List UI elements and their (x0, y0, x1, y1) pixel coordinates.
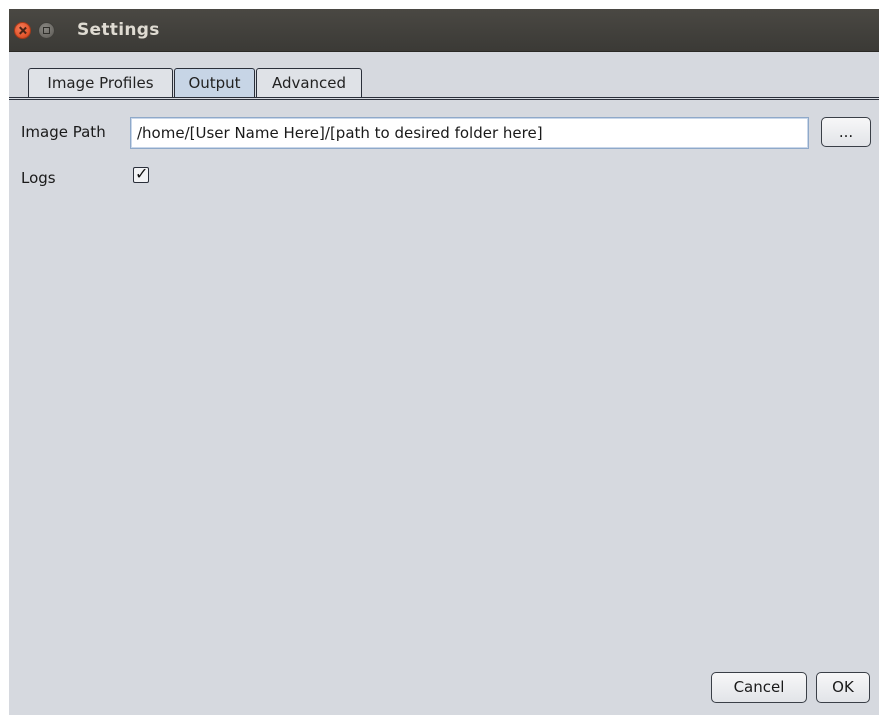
title-bar: Settings (9, 9, 879, 52)
close-icon[interactable] (14, 22, 31, 39)
tab-bar: Image Profiles Output Advanced (9, 67, 879, 99)
logs-checkbox[interactable]: ✓ (133, 164, 149, 183)
browse-button[interactable]: ... (821, 117, 871, 147)
ok-button[interactable]: OK (816, 672, 870, 703)
window-title: Settings (77, 20, 160, 40)
cancel-button[interactable]: Cancel (711, 672, 807, 703)
tab-divider (9, 97, 879, 100)
image-path-input[interactable] (130, 117, 809, 149)
checkmark-icon: ✓ (135, 164, 149, 183)
settings-window: Settings Image Profiles Output Advanced … (9, 9, 879, 715)
tab-advanced[interactable]: Advanced (256, 68, 362, 98)
tab-image-profiles[interactable]: Image Profiles (28, 68, 173, 98)
maximize-icon[interactable] (38, 22, 55, 39)
image-path-label: Image Path (21, 123, 106, 141)
tab-output[interactable]: Output (174, 68, 255, 98)
logs-label: Logs (21, 169, 56, 187)
